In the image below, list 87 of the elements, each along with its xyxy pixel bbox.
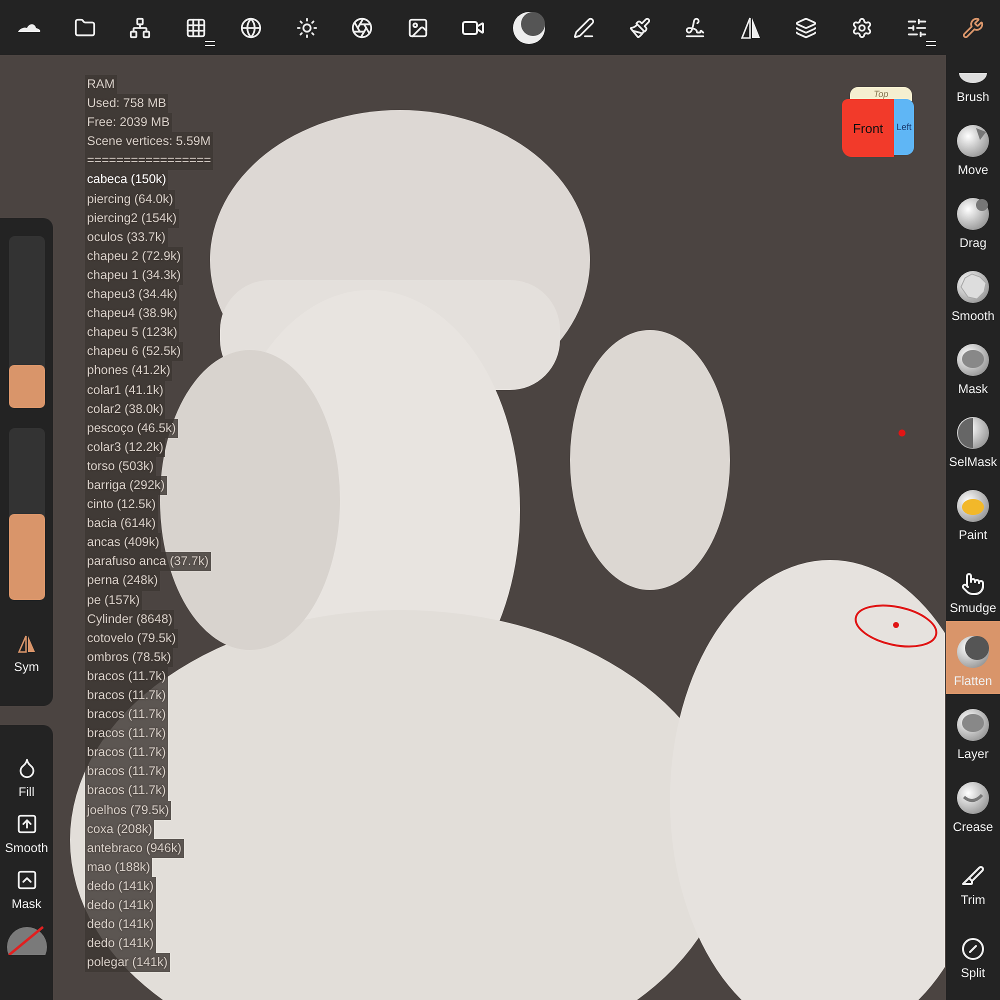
object-list-item[interactable]: colar2 (38.0k)	[85, 400, 166, 419]
object-list-item[interactable]: dedo (141k)	[85, 934, 156, 954]
object-list-item[interactable]: bracos (11.7k)	[85, 724, 168, 744]
object-list-item[interactable]: phones (41.2k)	[85, 361, 172, 380]
brush-cursor-icon	[853, 602, 939, 650]
tool-button[interactable]: Trim	[946, 840, 1000, 913]
stats-text: RAM	[85, 75, 117, 94]
brush-sphere-icon	[956, 708, 990, 742]
stats-text: Used: 758 MB	[85, 94, 168, 114]
caret-square-icon	[16, 869, 38, 891]
object-list-item[interactable]: joelhos (79.5k)	[85, 800, 171, 820]
cube-front-face[interactable]: Front	[842, 99, 894, 157]
object-list-item[interactable]: dedo (141k)	[85, 896, 156, 916]
object-list-item[interactable]: chapeu3 (34.4k)	[85, 285, 180, 304]
object-list-item[interactable]: bracos (11.7k)	[85, 781, 168, 801]
brush-sphere-icon	[956, 489, 990, 523]
object-list-item[interactable]: perna (248k)	[85, 571, 160, 591]
object-list-item[interactable]: cabeca (150k)	[85, 170, 168, 190]
mirror-triangles-icon	[16, 634, 36, 654]
object-list-item[interactable]: bracos (11.7k)	[85, 686, 168, 706]
object-list-item[interactable]: ancas (409k)	[85, 533, 162, 552]
up-arrow-square-icon	[16, 813, 38, 835]
action-button[interactable]: Mask	[12, 869, 42, 911]
object-list-item[interactable]: torso (503k)	[85, 456, 156, 476]
tool-button[interactable]: Mask	[946, 329, 1000, 402]
object-list-item[interactable]: bracos (11.7k)	[85, 743, 168, 762]
view-cube[interactable]: Top Front Left	[842, 87, 914, 159]
trim-icon	[961, 864, 985, 888]
tool-button[interactable]: Brush	[946, 55, 1000, 110]
object-list-item[interactable]: mao (188k)	[85, 858, 152, 877]
tool-button[interactable]: Split	[946, 913, 1000, 986]
brush-sphere-icon	[956, 270, 990, 304]
point-marker-icon	[898, 429, 906, 437]
split-icon	[961, 937, 985, 961]
slider-track[interactable]	[8, 236, 44, 408]
tool-button[interactable]: Drag	[946, 183, 1000, 256]
tool-button[interactable]: SelMask	[946, 402, 1000, 475]
object-list-item[interactable]: cinto (12.5k)	[85, 495, 158, 514]
object-list-item[interactable]: chapeu 1 (34.3k)	[85, 266, 183, 286]
pointing-hand-icon	[961, 572, 985, 596]
brush-sphere-icon	[956, 635, 990, 669]
brush-sphere-icon	[956, 781, 990, 815]
brush-sphere-icon	[956, 416, 990, 450]
slider-fill[interactable]	[8, 365, 44, 408]
action-button[interactable]: Smooth	[4, 813, 48, 855]
object-list-item[interactable]: bracos (11.7k)	[85, 666, 168, 686]
object-list-item[interactable]: chapeu 6 (52.5k)	[85, 342, 183, 362]
object-list-item[interactable]: dedo (141k)	[85, 915, 156, 934]
tool-button[interactable]: Smudge	[946, 548, 1000, 621]
object-list-item[interactable]: dedo (141k)	[85, 876, 156, 896]
object-list-item[interactable]: oculos (33.7k)	[85, 228, 168, 247]
object-list-item[interactable]: coxa (208k)	[85, 820, 154, 839]
brush-sphere-icon	[956, 343, 990, 377]
object-list-item[interactable]: pe (157k)	[85, 590, 142, 610]
object-list-item[interactable]: antebraco (946k)	[85, 838, 184, 858]
brush-sphere-icon	[956, 197, 990, 231]
object-list-item[interactable]: chapeu 5 (123k)	[85, 323, 180, 342]
object-list-item[interactable]: piercing (64.0k)	[85, 190, 176, 209]
object-list-item[interactable]: chapeu4 (38.9k)	[85, 304, 180, 324]
stats-text: Scene vertices: 5.59M	[85, 132, 213, 152]
cube-left-face[interactable]: Left	[894, 99, 914, 155]
brush-sphere-icon	[956, 124, 990, 158]
action-button[interactable]: Fill	[16, 757, 38, 799]
tool-button[interactable]: Layer	[946, 694, 1000, 767]
object-list-item[interactable]: colar3 (12.2k)	[85, 438, 166, 457]
stats-text: =================	[85, 151, 214, 170]
tool-button[interactable]: Paint	[946, 475, 1000, 548]
object-list-item[interactable]: bracos (11.7k)	[85, 705, 168, 724]
tool-button[interactable]: Crease	[946, 767, 1000, 840]
object-list-item[interactable]: piercing2 (154k)	[85, 208, 179, 228]
object-list-item[interactable]: colar1 (41.1k)	[85, 380, 166, 400]
object-list-item[interactable]: bacia (614k)	[85, 514, 158, 534]
slider-track[interactable]	[8, 428, 44, 600]
object-list-item[interactable]: barriga (292k)	[85, 476, 167, 496]
object-list-item[interactable]: ombros (78.5k)	[85, 648, 174, 667]
object-list-item[interactable]: cotovelo (79.5k)	[85, 628, 178, 648]
object-list-item[interactable]: Cylinder (8648)	[85, 610, 174, 629]
slider-fill[interactable]	[8, 514, 44, 600]
stats-text: Free: 2039 MB	[85, 113, 172, 132]
object-list-item[interactable]: pescoço (46.5k)	[85, 418, 178, 438]
object-list-item[interactable]: bracos (11.7k)	[85, 762, 168, 782]
object-list-item[interactable]: chapeu 2 (72.9k)	[85, 246, 183, 266]
tool-button[interactable]: Move	[946, 110, 1000, 183]
object-list-item[interactable]: polegar (141k)	[85, 953, 170, 972]
symmetry-button[interactable]: Sym	[14, 634, 39, 674]
tool-button[interactable]: Smooth	[946, 256, 1000, 329]
object-list-item[interactable]: parafuso anca (37.7k)	[85, 552, 211, 572]
